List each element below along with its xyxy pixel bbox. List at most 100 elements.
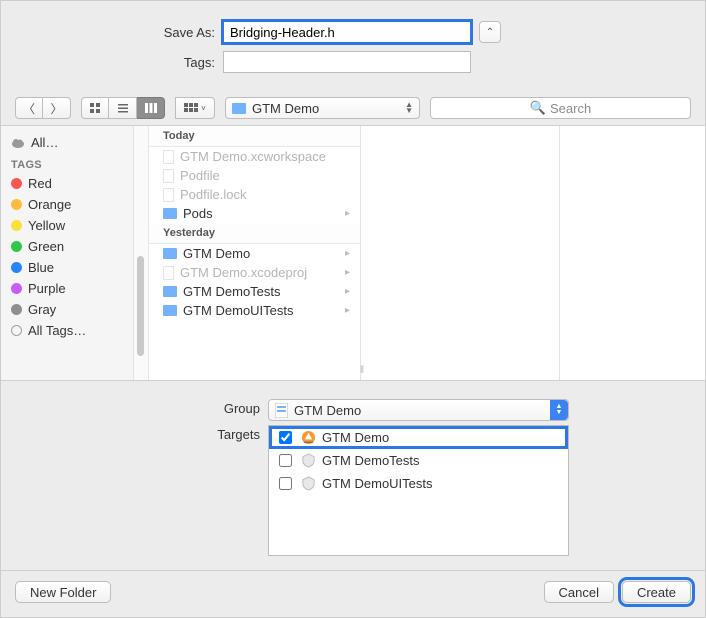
group-popup[interactable]: GTM Demo ▲▼ [268, 399, 569, 421]
column-3 [560, 126, 705, 380]
target-checkbox[interactable] [279, 431, 292, 444]
test-target-icon [301, 453, 316, 468]
tag-all-icon [11, 325, 22, 336]
chevron-right-icon: ▸ [345, 248, 350, 259]
sidebar-label: All Tags… [28, 323, 86, 338]
chevron-up-icon: ⌃ [486, 27, 494, 38]
sidebar-label: All… [31, 135, 58, 150]
create-button[interactable]: Create [622, 581, 691, 603]
sidebar-label: Red [28, 176, 52, 191]
sidebar-all-tags[interactable]: All Tags… [1, 320, 133, 341]
sidebar-label: Blue [28, 260, 54, 275]
view-icons-button[interactable] [81, 97, 109, 119]
sidebar-tag-gray[interactable]: Gray [1, 299, 133, 320]
column-scrollbar[interactable] [134, 126, 149, 380]
tag-dot-icon [11, 199, 22, 210]
sidebar-tag-red[interactable]: Red [1, 173, 133, 194]
sidebar-all[interactable]: All… [1, 132, 133, 153]
tag-dot-icon [11, 304, 22, 315]
chevron-right-icon: ▸ [345, 305, 350, 316]
sidebar-label: Purple [28, 281, 66, 296]
cloud-icon [11, 137, 25, 149]
chevron-left-icon: 〈 [23, 100, 35, 117]
target-row[interactable]: GTM Demo [269, 426, 568, 449]
file-icon [163, 188, 174, 202]
workspace-file-icon [163, 150, 174, 164]
tag-dot-icon [11, 178, 22, 189]
list-item[interactable]: Podfile [149, 166, 360, 185]
sidebar-tag-orange[interactable]: Orange [1, 194, 133, 215]
folder-icon [163, 208, 177, 219]
file-name: Pods [183, 206, 213, 221]
save-as-label: Save As: [1, 25, 223, 40]
list-item[interactable]: GTM Demo.xcodeproj ▸ [149, 263, 360, 282]
sidebar-tags-header: Tags [1, 153, 133, 173]
file-name: GTM DemoTests [183, 284, 281, 299]
targets-label: Targets [1, 425, 268, 442]
folder-icon [163, 286, 177, 297]
sidebar-tag-purple[interactable]: Purple [1, 278, 133, 299]
nav-forward-button[interactable]: 〉 [43, 97, 71, 119]
sidebar-label: Gray [28, 302, 56, 317]
target-row[interactable]: GTM DemoUITests [269, 472, 568, 495]
tag-dot-icon [11, 262, 22, 273]
file-name: GTM Demo.xcodeproj [180, 265, 307, 280]
group-header: Today [149, 126, 360, 147]
file-name: Podfile.lock [180, 187, 246, 202]
tags-input[interactable] [223, 51, 471, 73]
app-target-icon [301, 430, 316, 445]
tag-dot-icon [11, 283, 22, 294]
file-icon [163, 169, 174, 183]
sidebar-label: Orange [28, 197, 71, 212]
list-item[interactable]: Podfile.lock [149, 185, 360, 204]
updown-icon: ▲▼ [550, 400, 568, 420]
view-icons-icon [89, 102, 101, 114]
sidebar-label: Green [28, 239, 64, 254]
chevron-down-icon: ˅ [201, 104, 206, 113]
view-list-icon [117, 102, 129, 114]
search-icon: 🔍 [530, 100, 546, 116]
group-value: GTM Demo [294, 403, 361, 418]
arrange-icon [184, 103, 198, 113]
folder-icon [163, 305, 177, 316]
group-header: Yesterday [149, 223, 360, 244]
file-name: Podfile [180, 168, 220, 183]
sidebar-tag-blue[interactable]: Blue [1, 257, 133, 278]
disclose-toggle[interactable]: ⌃ [479, 21, 501, 43]
list-item[interactable]: GTM Demo ▸ [149, 244, 360, 263]
updown-icon: ▲▼ [405, 102, 413, 114]
target-checkbox[interactable] [279, 454, 292, 467]
list-item[interactable]: GTM DemoUITests ▸ [149, 301, 360, 320]
file-name: GTM DemoUITests [183, 303, 294, 318]
search-placeholder: Search [550, 101, 591, 116]
swift-file-icon [275, 403, 288, 418]
location-popup[interactable]: GTM Demo ▲▼ [225, 97, 420, 119]
target-name: GTM DemoTests [322, 453, 420, 468]
list-item[interactable]: GTM Demo.xcworkspace [149, 147, 360, 166]
chevron-right-icon: ▸ [345, 208, 350, 219]
chevron-right-icon: ▸ [345, 286, 350, 297]
group-label: Group [1, 399, 268, 416]
view-list-button[interactable] [109, 97, 137, 119]
scroll-thumb[interactable] [137, 256, 144, 356]
view-columns-button[interactable] [137, 97, 165, 119]
sidebar-label: Yellow [28, 218, 65, 233]
list-item[interactable]: GTM DemoTests ▸ [149, 282, 360, 301]
list-item[interactable]: Pods ▸ [149, 204, 360, 223]
tag-dot-icon [11, 241, 22, 252]
nav-back-button[interactable]: 〈 [15, 97, 43, 119]
sidebar-tag-yellow[interactable]: Yellow [1, 215, 133, 236]
cancel-button[interactable]: Cancel [544, 581, 614, 603]
new-folder-button[interactable]: New Folder [15, 581, 111, 603]
save-as-input[interactable] [223, 21, 471, 43]
tags-label: Tags: [1, 55, 223, 70]
target-checkbox[interactable] [279, 477, 292, 490]
sidebar-tag-green[interactable]: Green [1, 236, 133, 257]
search-input[interactable]: 🔍 Search [430, 97, 691, 119]
chevron-right-icon: ▸ [345, 267, 350, 278]
folder-icon [232, 103, 246, 114]
arrange-button[interactable]: ˅ [175, 97, 215, 119]
target-row[interactable]: GTM DemoTests [269, 449, 568, 472]
file-name: GTM Demo [183, 246, 250, 261]
file-name: GTM Demo.xcworkspace [180, 149, 326, 164]
